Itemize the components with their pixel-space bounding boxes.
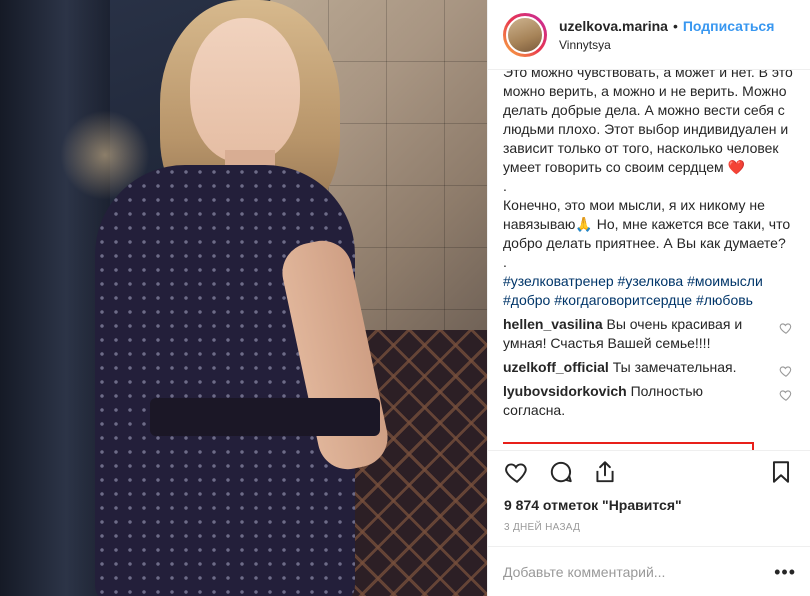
hashtags[interactable]: #узелковатренер #узелкова #моимысли #доб…: [503, 272, 793, 310]
comment-username[interactable]: lyubovsidorkovich: [503, 383, 627, 399]
username-link[interactable]: uzelkova.marina: [559, 18, 668, 34]
face: [190, 18, 300, 163]
share-icon[interactable]: [592, 459, 618, 485]
post-photo[interactable]: [0, 0, 487, 596]
separator-dot: •: [672, 17, 678, 34]
follow-button[interactable]: Подписаться: [683, 18, 775, 34]
add-comment-bar: •••: [488, 546, 810, 596]
red-highlight-box: [503, 442, 754, 450]
likes-count[interactable]: 9 874 отметок "Нравится": [504, 497, 682, 513]
speech-bubble-icon[interactable]: [548, 459, 574, 485]
comment-item: lyubovsidorkovich Полностью согласна.: [503, 382, 793, 420]
comment-item: hellen_vasilina Вы очень красивая и умна…: [503, 315, 793, 353]
heart-outline-icon[interactable]: [779, 388, 793, 402]
heart-outline-icon[interactable]: [779, 364, 793, 378]
story-ring[interactable]: [503, 12, 547, 57]
heart-icon[interactable]: [504, 459, 530, 485]
comment-text: Ты замечательная.: [612, 359, 737, 375]
dark-pillar: [0, 0, 110, 596]
more-options-icon[interactable]: •••: [774, 563, 796, 581]
comment-username[interactable]: uzelkoff_official: [503, 359, 609, 375]
comment-username[interactable]: hellen_vasilina: [503, 316, 603, 332]
heart-outline-icon[interactable]: [779, 321, 793, 335]
belt: [150, 398, 380, 436]
avatar[interactable]: [506, 15, 544, 54]
post-panel: uzelkova.marina • Подписаться Vinnytsya …: [487, 0, 810, 596]
location-link[interactable]: Vinnytsya: [559, 38, 774, 52]
comments-list[interactable]: Это можно чувствовать, а может и нет. В …: [503, 70, 793, 450]
action-bar: [488, 450, 810, 494]
comment-item: uzelkoff_official Ты замечательная.: [503, 358, 793, 377]
caption: Это можно чувствовать, а может и нет. В …: [503, 70, 793, 310]
caption-text: Это можно чувствовать, а может и нет. В …: [503, 70, 793, 270]
header-text: uzelkova.marina • Подписаться Vinnytsya: [559, 18, 774, 52]
comment-input[interactable]: [503, 563, 775, 580]
post-header: uzelkova.marina • Подписаться Vinnytsya: [488, 0, 810, 70]
post-timestamp[interactable]: 3 ДНЕЙ НАЗАД: [504, 522, 580, 533]
bookmark-icon[interactable]: [768, 459, 794, 485]
